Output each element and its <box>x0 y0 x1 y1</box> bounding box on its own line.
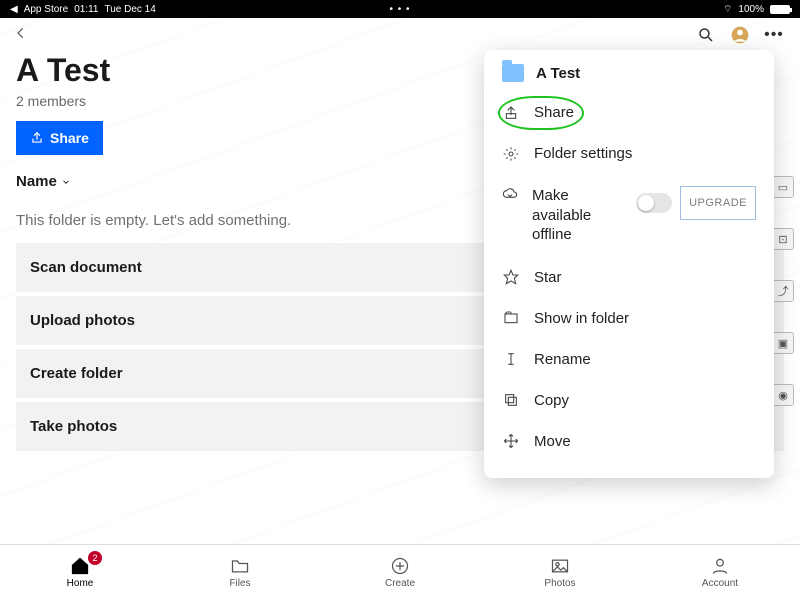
menu-item-label: Folder settings <box>534 145 632 162</box>
top-toolbar: ••• <box>0 18 800 52</box>
quick-scan-icon[interactable]: ⊡ <box>772 228 794 250</box>
side-quick-icons: ▭ ⊡ ⤴ ▣ ◉ <box>772 176 794 406</box>
quick-camera-icon[interactable]: ◉ <box>772 384 794 406</box>
tab-label: Account <box>702 578 738 589</box>
menu-item-label: Move <box>534 433 571 450</box>
menu-item-show-in-folder[interactable]: Show in folder <box>484 298 774 339</box>
battery-pct: 100% <box>738 4 764 15</box>
gear-icon <box>502 146 520 162</box>
battery-icon <box>770 5 790 14</box>
menu-item-label: Star <box>534 269 562 286</box>
tab-label: Home <box>67 578 94 589</box>
menu-item-label: Make available offline <box>532 186 622 245</box>
menu-item-label: Show in folder <box>534 310 629 327</box>
upgrade-button[interactable]: UPGRADE <box>680 186 756 220</box>
share-button-label: Share <box>50 130 89 146</box>
menu-item-label: Share <box>534 104 574 121</box>
status-date: Tue Dec 14 <box>104 4 155 15</box>
back-caret[interactable]: ◀ <box>10 4 18 15</box>
share-icon <box>502 105 520 121</box>
menu-item-label: Rename <box>534 351 591 368</box>
search-button[interactable] <box>694 23 718 47</box>
photo-icon <box>550 556 570 576</box>
tab-label: Create <box>385 578 415 589</box>
menu-item-offline[interactable]: Make available offline UPGRADE <box>484 174 774 257</box>
files-icon <box>230 556 250 576</box>
status-bar: ◀ App Store 01:11 Tue Dec 14 • • • ⌔ 100… <box>0 0 800 18</box>
back-app-label[interactable]: App Store <box>24 4 68 15</box>
menu-item-share[interactable]: Share <box>484 92 774 133</box>
text-cursor-icon <box>502 351 520 367</box>
move-icon <box>502 433 520 449</box>
folder-icon <box>502 64 524 82</box>
account-avatar[interactable] <box>728 23 752 47</box>
tab-label: Files <box>229 578 250 589</box>
menu-item-rename[interactable]: Rename <box>484 339 774 380</box>
tab-photos[interactable]: Photos <box>480 545 640 600</box>
sort-label: Name <box>16 173 57 190</box>
more-button[interactable]: ••• <box>762 23 786 47</box>
share-button[interactable]: Share <box>16 121 103 155</box>
tab-account[interactable]: Account <box>640 545 800 600</box>
folder-context-menu: A Test Share Folder settings Make availa… <box>484 50 774 478</box>
tab-home[interactable]: Home 2 <box>0 545 160 600</box>
account-icon <box>710 556 730 576</box>
back-button[interactable] <box>14 26 28 45</box>
quick-folder-icon[interactable]: ▣ <box>772 332 794 354</box>
tab-label: Photos <box>544 578 575 589</box>
menu-item-star[interactable]: Star <box>484 257 774 298</box>
tab-home-badge: 2 <box>88 551 102 565</box>
status-time: 01:11 <box>74 4 98 15</box>
cloud-sync-icon <box>502 186 518 202</box>
folder-open-icon <box>502 310 520 326</box>
copy-icon <box>502 392 520 408</box>
menu-item-copy[interactable]: Copy <box>484 380 774 421</box>
quick-upload-icon[interactable]: ⤴ <box>772 280 794 302</box>
menu-item-move[interactable]: Move <box>484 421 774 462</box>
chevron-down-icon <box>61 177 71 187</box>
view-toggle-icon[interactable]: ▭ <box>772 176 794 198</box>
bottom-tab-bar: Home 2 Files Create Photos Account <box>0 544 800 600</box>
plus-circle-icon <box>390 556 410 576</box>
tab-files[interactable]: Files <box>160 545 320 600</box>
multitask-dots-icon[interactable]: • • • <box>389 4 410 15</box>
tab-create[interactable]: Create <box>320 545 480 600</box>
star-icon <box>502 269 520 285</box>
menu-title: A Test <box>536 65 580 82</box>
wifi-icon: ⌔ <box>723 3 732 16</box>
offline-toggle[interactable] <box>636 193 672 213</box>
menu-item-label: Copy <box>534 392 569 409</box>
home-icon <box>70 556 90 576</box>
menu-item-folder-settings[interactable]: Folder settings <box>484 133 774 174</box>
